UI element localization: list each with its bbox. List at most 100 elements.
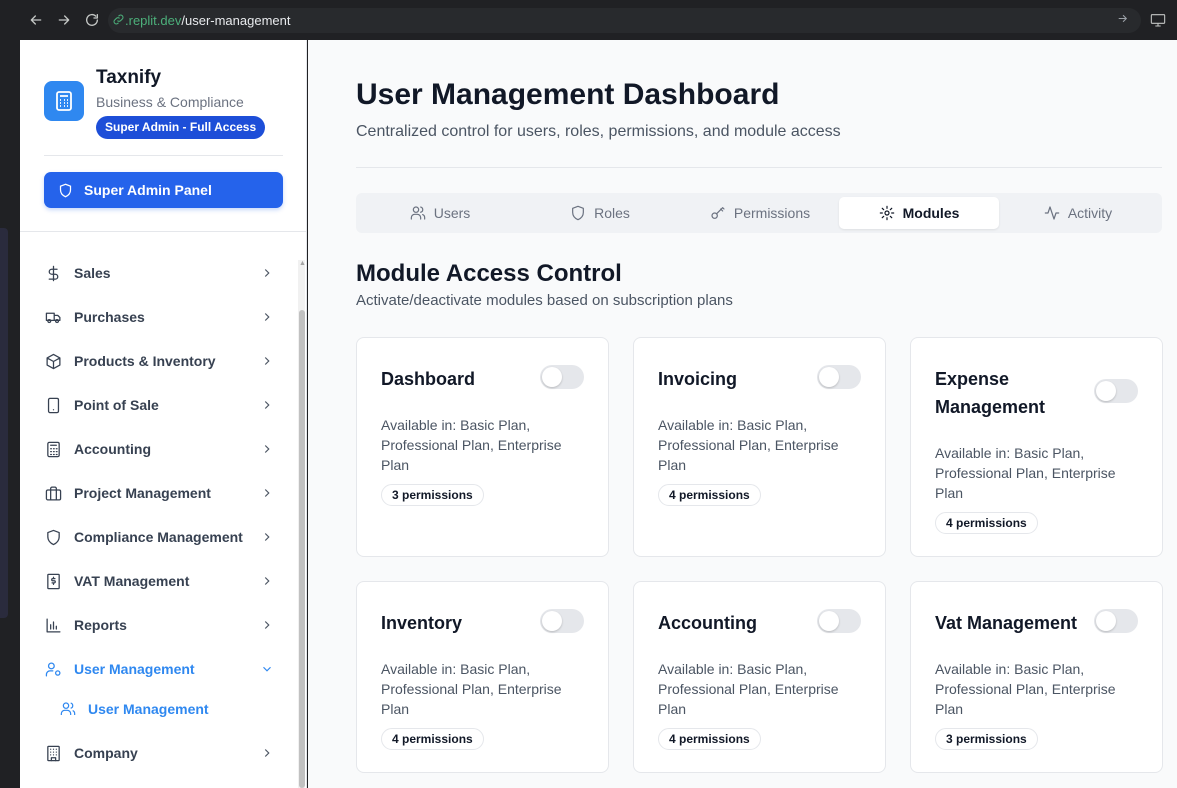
sidebar-item-label: Accounting — [74, 441, 151, 457]
module-availability: Available in: Basic Plan, Professional P… — [381, 417, 562, 473]
key-icon — [711, 207, 725, 219]
tab-activity[interactable]: Activity — [998, 197, 1158, 229]
sidebar-item-user-management[interactable]: User Management — [44, 654, 274, 684]
monitor-icon[interactable] — [1150, 13, 1166, 32]
module-card-vat-management: Vat Management Available in: Basic Plan,… — [910, 581, 1163, 773]
sidebar-item-label: User Management — [74, 661, 195, 677]
permissions-badge: 4 permissions — [935, 512, 1038, 534]
module-card-expense-management: Expense Management Available in: Basic P… — [910, 337, 1163, 557]
shield-icon — [59, 183, 72, 197]
calculator-icon — [44, 440, 62, 458]
sidebar-item-label: Sales — [74, 265, 111, 281]
chevron-right-icon — [260, 486, 274, 503]
shield-icon — [572, 205, 585, 221]
module-toggle[interactable] — [817, 365, 861, 389]
super-admin-panel-label: Super Admin Panel — [84, 182, 212, 198]
brand-name: Taxnify — [96, 67, 162, 88]
sidebar-item-label: Reports — [74, 617, 127, 633]
section-title: Module Access Control — [356, 260, 622, 287]
back-icon[interactable] — [24, 8, 48, 32]
chevron-right-icon — [260, 310, 274, 327]
tab-modules[interactable]: Modules — [839, 197, 999, 229]
url-path: /user-management — [181, 13, 291, 28]
module-toggle[interactable] — [540, 609, 584, 633]
permissions-badge: 4 permissions — [381, 728, 484, 750]
truck-icon — [44, 308, 62, 326]
permissions-badge: 3 permissions — [381, 484, 484, 506]
calculator-logo-icon — [44, 81, 84, 121]
divider — [356, 167, 1162, 168]
gutter-strip — [0, 228, 8, 618]
chevron-right-icon — [260, 266, 274, 283]
sidebar: Taxnify Business & Compliance Super Admi… — [20, 40, 307, 788]
sidebar-item-label: Company — [74, 745, 138, 761]
module-availability: Available in: Basic Plan, Professional P… — [658, 661, 839, 717]
module-name: Accounting — [658, 613, 757, 633]
package-icon — [44, 352, 62, 370]
sidebar-item-compliance-management[interactable]: Compliance Management — [44, 522, 274, 552]
module-toggle[interactable] — [1094, 609, 1138, 633]
building-icon — [44, 744, 62, 762]
tab-permissions[interactable]: Permissions — [680, 197, 840, 229]
users-icon — [60, 702, 76, 715]
sidebar-item-project-management[interactable]: Project Management — [44, 478, 274, 508]
sidebar-subitem-label: User Management — [88, 701, 209, 717]
divider — [44, 155, 283, 156]
sidebar-subitem-user-management[interactable]: User Management — [60, 695, 260, 723]
module-name: Inventory — [381, 613, 463, 633]
dollar-icon — [44, 264, 62, 282]
url-host: .replit.dev — [125, 13, 182, 28]
module-toggle[interactable] — [1094, 379, 1138, 403]
sidebar-item-label: Products & Inventory — [74, 353, 216, 369]
sidebar-item-sales[interactable]: Sales — [44, 258, 274, 288]
tab-label: Activity — [1067, 205, 1113, 221]
receipt-icon — [44, 572, 62, 590]
module-toggle[interactable] — [540, 365, 584, 389]
link-icon — [112, 13, 125, 29]
user-cog-icon — [44, 660, 62, 678]
sidebar-scrollbar-thumb[interactable] — [299, 310, 305, 788]
module-card-inventory: Inventory Available in: Basic Plan, Prof… — [356, 581, 609, 773]
module-name: Expense Management — [935, 369, 1046, 417]
sidebar-item-purchases[interactable]: Purchases — [44, 302, 274, 332]
sidebar-item-vat-management[interactable]: VAT Management — [44, 566, 274, 596]
briefcase-icon — [44, 484, 62, 502]
users-icon — [410, 206, 425, 220]
chevron-right-icon — [260, 398, 274, 415]
chevron-right-icon — [260, 354, 274, 371]
forward-icon[interactable] — [52, 8, 76, 32]
tab-label: Roles — [594, 205, 630, 221]
sidebar-item-reports[interactable]: Reports — [44, 610, 274, 640]
tab-label: Users — [433, 205, 471, 221]
main-content: User Management Dashboard Centralized co… — [308, 40, 1177, 788]
chevron-right-icon — [260, 530, 274, 547]
chevron-down-icon — [260, 662, 274, 679]
address-bar[interactable]: .replit.dev/user-management — [108, 8, 1141, 33]
module-toggle[interactable] — [817, 609, 861, 633]
bar-chart-icon — [44, 616, 62, 634]
sidebar-item-products-inventory[interactable]: Products & Inventory — [44, 346, 274, 376]
chevron-right-icon — [260, 442, 274, 459]
sidebar-item-point-of-sale[interactable]: Point of Sale — [44, 390, 274, 420]
tab-roles[interactable]: Roles — [520, 197, 680, 229]
module-availability: Available in: Basic Plan, Professional P… — [935, 661, 1116, 717]
module-card-invoicing: Invoicing Available in: Basic Plan, Prof… — [633, 337, 886, 557]
sidebar-item-accounting[interactable]: Accounting — [44, 434, 274, 464]
role-badge: Super Admin - Full Access — [96, 116, 266, 139]
shield-icon — [44, 528, 62, 546]
sidebar-item-label: Compliance Management — [74, 529, 243, 545]
go-arrow-icon[interactable] — [1116, 12, 1129, 28]
sidebar-item-label: VAT Management — [74, 573, 190, 589]
scroll-up-icon[interactable]: ▲ — [299, 260, 306, 267]
page-subtitle: Centralized control for users, roles, pe… — [356, 123, 841, 140]
chevron-right-icon — [260, 618, 274, 635]
tab-users[interactable]: Users — [360, 197, 520, 229]
module-availability: Available in: Basic Plan, Professional P… — [381, 661, 562, 717]
module-name: Vat Management — [935, 613, 1078, 633]
module-card-accounting: Accounting Available in: Basic Plan, Pro… — [633, 581, 886, 773]
tab-label: Permissions — [733, 205, 811, 221]
sidebar-item-company[interactable]: Company — [44, 738, 274, 768]
brand-subtitle: Business & Compliance — [96, 94, 244, 110]
super-admin-panel-button[interactable]: Super Admin Panel — [44, 172, 283, 208]
reload-icon[interactable] — [80, 8, 104, 32]
